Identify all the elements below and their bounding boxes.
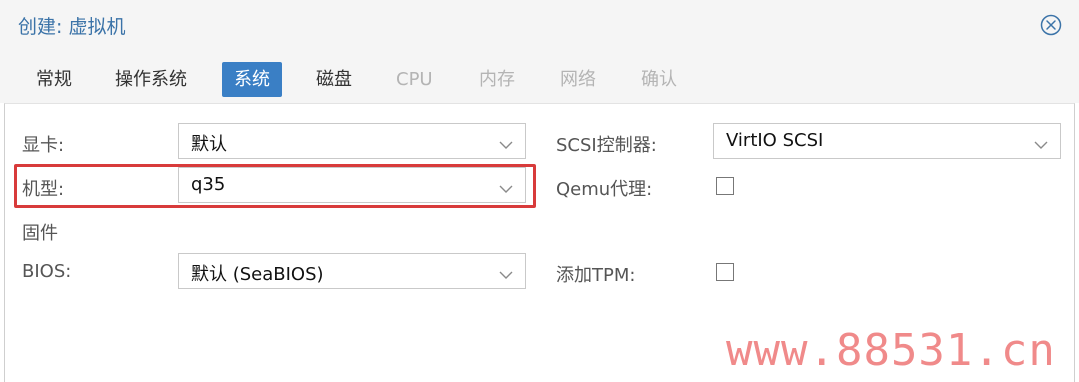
scsi-controller-label: SCSI控制器: — [556, 135, 657, 156]
tab-os[interactable]: 操作系统 — [103, 62, 199, 97]
add-tpm-label: 添加TPM: — [556, 265, 636, 286]
tab-bar: 常规 操作系统 系统 磁盘 CPU 内存 网络 确认 — [0, 50, 1079, 103]
chevron-down-icon — [499, 135, 513, 149]
add-tpm-checkbox[interactable] — [716, 263, 734, 281]
qemu-agent-checkbox[interactable] — [716, 177, 734, 195]
scsi-controller-value: VirtIO SCSI — [726, 130, 824, 151]
chevron-down-icon — [499, 179, 513, 193]
bios-value: 默认 (SeaBIOS) — [191, 264, 324, 285]
tab-general[interactable]: 常规 — [24, 62, 84, 97]
tab-cpu: CPU — [396, 69, 433, 90]
tab-disks[interactable]: 磁盘 — [304, 62, 364, 97]
close-icon[interactable] — [1040, 14, 1062, 36]
create-vm-dialog: 创建: 虚拟机 常规 操作系统 系统 磁盘 CPU 内存 网络 确认 显卡: 默… — [0, 0, 1079, 382]
tab-network: 网络 — [560, 69, 596, 90]
chevron-down-icon — [499, 265, 513, 279]
machine-select[interactable]: q35 — [178, 167, 526, 203]
tab-system[interactable]: 系统 — [222, 62, 282, 97]
title-bar: 创建: 虚拟机 — [0, 0, 1079, 50]
qemu-agent-label: Qemu代理: — [556, 179, 653, 200]
firmware-section-heading: 固件 — [22, 223, 58, 244]
machine-label: 机型: — [22, 179, 65, 200]
chevron-down-icon — [1034, 135, 1048, 149]
tab-confirm: 确认 — [641, 69, 677, 90]
watermark-text: www.88531.cn — [726, 325, 1056, 376]
machine-value: q35 — [191, 174, 226, 195]
bios-label: BIOS: — [22, 261, 72, 282]
graphics-value: 默认 — [191, 134, 227, 155]
tab-memory: 内存 — [479, 69, 515, 90]
bios-select[interactable]: 默认 (SeaBIOS) — [178, 253, 526, 289]
scsi-controller-select[interactable]: VirtIO SCSI — [713, 123, 1061, 159]
dialog-title: 创建: 虚拟机 — [18, 16, 126, 38]
graphics-select[interactable]: 默认 — [178, 123, 526, 159]
graphics-label: 显卡: — [22, 135, 65, 156]
